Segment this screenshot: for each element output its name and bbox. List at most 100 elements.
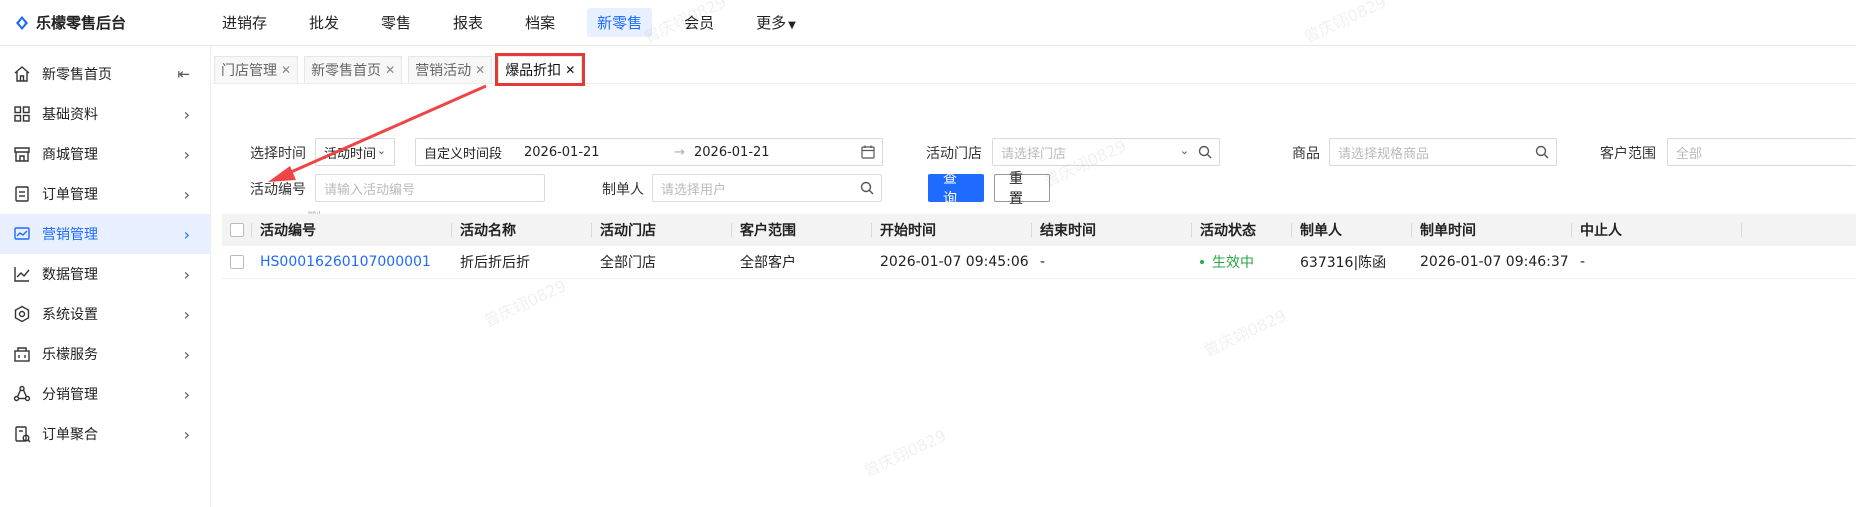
chevron-down-icon: ⌄	[1179, 144, 1189, 157]
header-select-all[interactable]	[222, 214, 252, 246]
sidebar-item-new-retail-home[interactable]: 新零售首页 ⇤	[0, 54, 210, 94]
distribution-icon	[12, 384, 32, 404]
column-header[interactable]: 活动名称	[452, 214, 592, 246]
activity-table: 活动编号 活动名称 活动门店 客户范围 开始时间 结束时间 活动状态 制单人 制…	[222, 214, 1856, 279]
settings-icon	[12, 304, 32, 324]
time-range-type: 自定义时间段	[424, 146, 503, 162]
home-icon	[12, 64, 32, 84]
scope-select[interactable]: 全部	[1667, 138, 1856, 166]
sidebar-item-data[interactable]: 数据管理 ›	[0, 254, 210, 294]
goods-label: 商品	[1292, 146, 1320, 162]
creator-label: 制单人	[602, 182, 644, 198]
sidebar-item-label: 新零售首页	[42, 67, 112, 83]
app-title: 乐檬零售后台	[36, 14, 127, 32]
logo-icon	[16, 15, 28, 30]
code-input[interactable]: 请输入活动编号	[315, 174, 545, 202]
activity-code-link[interactable]: HS00016260107000001	[252, 246, 452, 278]
date-end[interactable]: 2026-01-21	[694, 145, 770, 160]
column-header[interactable]: 活动状态	[1192, 214, 1292, 246]
chevron-right-icon: ›	[183, 104, 190, 124]
tab-store-management[interactable]: 门店管理 ✕	[214, 56, 299, 83]
sidebar-item-label: 基础资料	[42, 107, 98, 123]
topnav-item-reports[interactable]: 报表	[443, 8, 493, 37]
topnav-item-more[interactable]: 更多 ▼	[746, 8, 806, 37]
grid-icon	[12, 104, 32, 124]
column-header[interactable]: 制单时间	[1412, 214, 1572, 246]
sidebar-item-label: 系统设置	[42, 307, 98, 323]
sidebar-item-orders[interactable]: 订单管理 ›	[0, 174, 210, 214]
top-bar: 乐檬零售后台 进销存 批发 零售 报表 档案 新零售 会员 更多 ▼	[0, 0, 1856, 46]
row-select[interactable]	[222, 246, 252, 278]
topnav-item-new-retail[interactable]: 新零售	[587, 8, 653, 37]
store-icon	[12, 144, 32, 164]
topnav-item-archive[interactable]: 档案	[515, 8, 565, 37]
column-header[interactable]: 中止人	[1572, 214, 1742, 246]
code-label: 活动编号	[250, 182, 306, 198]
scope-value: 全部	[1676, 146, 1703, 162]
reset-button[interactable]: 重 置	[994, 171, 1050, 207]
search-icon[interactable]	[1534, 144, 1550, 160]
marketing-icon	[12, 224, 32, 244]
date-range-picker[interactable]: 自定义时间段 2026-01-21 → 2026-01-21	[415, 138, 883, 166]
tab-bar: 门店管理 ✕ 新零售首页 ✕ 营销活动 ✕ 爆品折扣 ✕	[212, 46, 1856, 86]
column-header[interactable]: 开始时间	[872, 214, 1032, 246]
scope-label: 客户范围	[1600, 146, 1656, 162]
tab-new-retail-home[interactable]: 新零售首页 ✕	[304, 56, 403, 83]
close-icon[interactable]: ✕	[565, 63, 575, 77]
column-header[interactable]: 客户范围	[732, 214, 872, 246]
sidebar-item-mall[interactable]: 商城管理 ›	[0, 134, 210, 174]
query-button[interactable]: 查 询	[928, 171, 984, 207]
chevron-down-icon: ⌄	[376, 144, 386, 157]
close-icon[interactable]: ✕	[475, 63, 485, 77]
sidebar-item-distribution[interactable]: 分销管理 ›	[0, 374, 210, 414]
store-select[interactable]: 请选择门店 ⌄	[992, 138, 1220, 166]
caret-down-icon: ▼	[788, 20, 796, 31]
column-header[interactable]: 结束时间	[1032, 214, 1192, 246]
tab-label: 爆品折扣	[505, 63, 562, 79]
top-nav: 进销存 批发 零售 报表 档案 新零售 会员 更多 ▼	[212, 8, 828, 37]
brand[interactable]: 乐檬零售后台	[0, 12, 212, 33]
status-text: 生效中	[1212, 255, 1254, 271]
date-start[interactable]: 2026-01-21	[524, 145, 674, 160]
sidebar-item-settings[interactable]: 系统设置 ›	[0, 294, 210, 334]
activity-code[interactable]: HS00016260107000001	[260, 254, 431, 270]
close-icon[interactable]: ✕	[281, 63, 291, 77]
chevron-right-icon: ›	[183, 344, 190, 364]
goods-input[interactable]: 请选择规格商品	[1329, 138, 1557, 166]
time-type-select[interactable]: 活动时间 ⌄	[315, 138, 395, 166]
sidebar-item-basic-data[interactable]: 基础资料 ›	[0, 94, 210, 134]
chevron-right-icon: ›	[183, 384, 190, 404]
chevron-right-icon: ›	[183, 184, 190, 204]
topnav-item-inventory[interactable]: 进销存	[212, 8, 277, 37]
topnav-item-member[interactable]: 会员	[674, 8, 724, 37]
search-icon[interactable]	[1197, 144, 1213, 160]
sidebar-item-service[interactable]: 乐檬服务 ›	[0, 334, 210, 374]
sidebar-item-order-aggregate[interactable]: 订单聚合 ›	[0, 414, 210, 454]
table-row[interactable]: HS00016260107000001 折后折后折 全部门店 全部客户 2026…	[222, 246, 1856, 279]
table-cell: 637316|陈函	[1300, 255, 1387, 271]
tab-hot-discount[interactable]: 爆品折扣 ✕	[495, 53, 586, 86]
column-header[interactable]: 活动门店	[592, 214, 732, 246]
code-placeholder: 请输入活动编号	[324, 182, 416, 198]
date-separator: →	[674, 144, 685, 160]
sidebar-item-label: 订单管理	[42, 187, 98, 203]
table-cell: 全部客户	[740, 255, 796, 271]
creator-input[interactable]: 请选择用户	[652, 174, 882, 202]
checkbox[interactable]	[230, 255, 244, 269]
topnav-item-wholesale[interactable]: 批发	[299, 8, 349, 37]
sidebar-item-label: 营销管理	[42, 227, 98, 243]
sidebar-item-label: 数据管理	[42, 267, 98, 283]
collapse-icon[interactable]: ⇤	[177, 65, 190, 83]
status-badge: 生效中	[1192, 246, 1292, 278]
topnav-item-retail[interactable]: 零售	[371, 8, 421, 37]
column-header[interactable]: 活动编号	[252, 214, 452, 246]
tab-marketing-activity[interactable]: 营销活动 ✕	[408, 56, 493, 83]
sidebar-item-marketing[interactable]: 营销管理 ›	[0, 214, 210, 254]
sidebar-item-label: 乐檬服务	[42, 347, 98, 363]
column-header[interactable]: 制单人	[1292, 214, 1412, 246]
calendar-icon[interactable]	[860, 144, 876, 160]
close-icon[interactable]: ✕	[385, 63, 395, 77]
checkbox[interactable]	[230, 223, 244, 237]
search-icon[interactable]	[859, 180, 875, 196]
tab-label: 门店管理	[221, 63, 277, 79]
